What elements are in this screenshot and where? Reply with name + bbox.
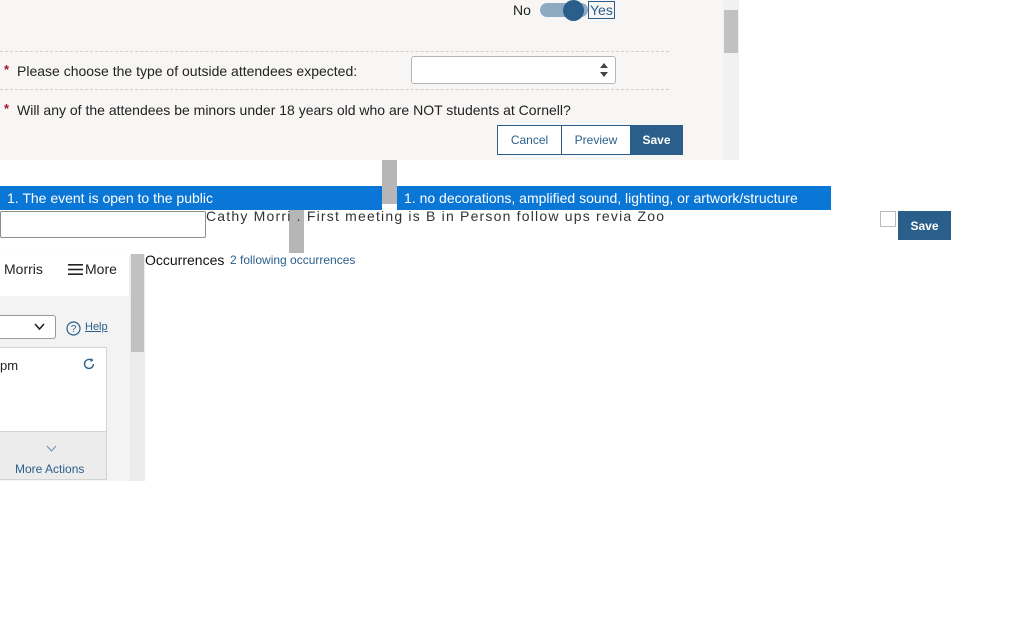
save-button[interactable]: Save	[630, 125, 683, 155]
refresh-icon[interactable]	[82, 357, 96, 371]
attendee-type-question: Please choose the type of outside attend…	[17, 63, 358, 79]
preview-button[interactable]: Preview	[561, 125, 631, 155]
scrollbar-fragment	[382, 160, 397, 204]
required-marker: *	[4, 62, 10, 77]
chevron-down-icon	[34, 323, 45, 331]
toggle-knob[interactable]	[563, 0, 584, 21]
occurrences-title: Occurrences	[145, 252, 225, 268]
left-scrollbar-thumb[interactable]	[131, 254, 144, 352]
cancel-button[interactable]: Cancel	[497, 125, 562, 155]
divider	[0, 89, 669, 90]
note-save-button[interactable]: Save	[898, 211, 951, 240]
note-checkbox[interactable]	[880, 211, 896, 227]
svg-text:?: ?	[71, 324, 77, 335]
attendee-type-select[interactable]	[411, 56, 616, 84]
user-name: Morris	[4, 261, 43, 277]
public-event-option[interactable]: 1. The event is open to the public	[0, 186, 382, 210]
toggle-yes-label[interactable]: Yes	[588, 1, 615, 19]
divider	[0, 51, 669, 52]
sort-arrows-icon	[600, 63, 608, 77]
note-input[interactable]	[0, 211, 206, 238]
more-menu-button[interactable]: More	[85, 261, 117, 277]
note-overlay-text: Cathy Morri . First meeting is B in Pers…	[206, 208, 666, 224]
help-icon[interactable]: ?	[66, 321, 81, 336]
required-marker: *	[4, 101, 10, 116]
view-select[interactable]	[0, 315, 56, 339]
form-scrollbar-thumb[interactable]	[724, 10, 738, 53]
time-value: pm	[0, 358, 19, 373]
following-occurrences-link[interactable]: 2 following occurrences	[230, 253, 355, 267]
menu-icon[interactable]	[68, 264, 83, 275]
chevron-down-icon	[46, 445, 57, 452]
toggle-no-label: No	[513, 2, 531, 18]
minors-question: Will any of the attendees be minors unde…	[17, 102, 571, 118]
help-link[interactable]: Help	[85, 321, 108, 333]
more-actions-button[interactable]: More Actions	[15, 462, 84, 476]
decorations-option[interactable]: 1. no decorations, amplified sound, ligh…	[397, 186, 831, 210]
